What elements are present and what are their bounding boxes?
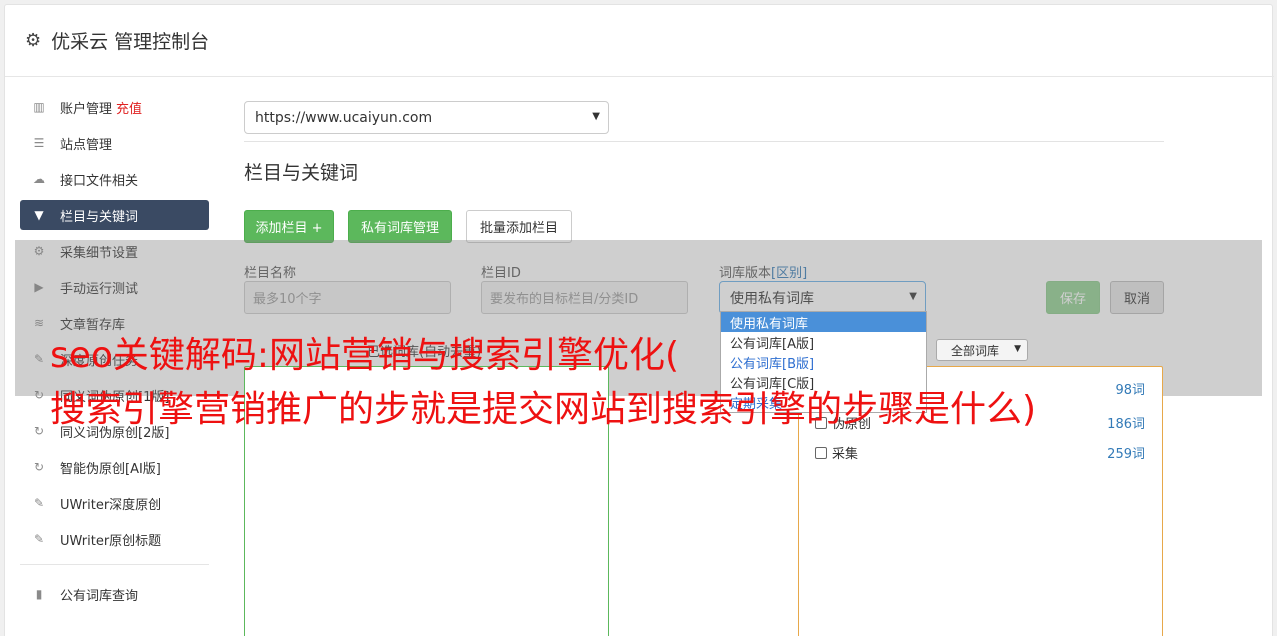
private-lib-button[interactable]: 私有词库管理 xyxy=(348,210,452,243)
sidebar-item-label: 智能伪原创[AI版] xyxy=(60,461,161,477)
gear-icon: ⚙ xyxy=(25,30,42,51)
sidebar-item-uwriter-deep[interactable]: ✎ UWriter深度原创 xyxy=(20,488,209,518)
sidebar-item-label: 账户管理 xyxy=(60,101,113,117)
sidebar-item-label: 接口文件相关 xyxy=(60,173,139,189)
dropdown-option[interactable]: 使用私有词库 xyxy=(721,312,926,332)
lib-row-count: 98词 xyxy=(1115,382,1145,398)
lib-filter-select[interactable]: 全部词库 ▼ xyxy=(936,339,1028,361)
refresh-icon: ↻ xyxy=(33,424,45,438)
dropdown-option[interactable]: 公有词库[A版] xyxy=(721,332,926,352)
divider xyxy=(244,141,1164,142)
batch-add-button[interactable]: 批量添加栏目 xyxy=(466,210,572,243)
recharge-link[interactable]: 充值 xyxy=(116,98,142,117)
sidebar-item-label: UWriter深度原创 xyxy=(60,497,162,513)
sidebar-item-label: UWriter原创标题 xyxy=(60,533,162,549)
sidebar-item-api-files[interactable]: ☁ 接口文件相关 xyxy=(20,164,209,194)
chevron-down-icon: ▼ xyxy=(592,111,600,122)
edit-icon: ✎ xyxy=(33,532,45,546)
sidebar-item-sites[interactable]: ☰ 站点管理 xyxy=(20,128,209,158)
watermark-line-2: 搜索引擎营销推广的步就是提交网站到搜索引擎的步骤是什么) xyxy=(50,389,1037,430)
lib-filter-value: 全部词库 xyxy=(951,343,1000,358)
refresh-icon: ↻ xyxy=(33,460,45,474)
edit-icon: ✎ xyxy=(33,496,45,510)
sidebar-item-ai-rewrite[interactable]: ↻ 智能伪原创[AI版] xyxy=(20,452,209,482)
checkbox[interactable] xyxy=(815,446,827,459)
add-column-button[interactable]: 添加栏目 + xyxy=(244,210,334,243)
sidebar-item-label: 公有词库查询 xyxy=(60,588,139,604)
sidebar-item-label: 栏目与关键词 xyxy=(60,209,139,225)
page-title: 优采云 管理控制台 xyxy=(51,31,210,53)
server-icon: ☰ xyxy=(33,136,45,150)
sidebar-item-label: 站点管理 xyxy=(60,137,113,153)
site-select[interactable]: https://www.ucaiyun.com ▼ xyxy=(244,101,609,134)
sidebar-item-columns-keywords[interactable]: ▼ 栏目与关键词 xyxy=(20,200,209,230)
book-icon: ▮ xyxy=(35,587,43,601)
watermark-line-1: seo关键解码:网站营销与搜索引擎优化( xyxy=(50,335,680,376)
dropdown-option[interactable]: 公有词库[B版] xyxy=(721,352,926,372)
sidebar-divider xyxy=(20,564,209,565)
site-select-value: https://www.ucaiyun.com xyxy=(255,109,433,126)
lib-row[interactable]: 采集 259词 xyxy=(815,443,1145,462)
section-title: 栏目与关键词 xyxy=(244,162,359,184)
sidebar-item-public-lib-query[interactable]: ▮ 公有词库查询 xyxy=(20,579,209,609)
chevron-down-icon: ▼ xyxy=(1014,344,1021,354)
sidebar-item-account[interactable]: ▥ 账户管理 充值 xyxy=(20,92,209,122)
filter-icon: ▼ xyxy=(34,208,44,222)
lib-row-count: 186词 xyxy=(1107,417,1145,432)
sidebar-item-uwriter-title[interactable]: ✎ UWriter原创标题 xyxy=(20,524,209,554)
page-header: ⚙ 优采云 管理控制台 xyxy=(5,5,1274,77)
lib-row-count: 259词 xyxy=(1107,447,1145,462)
lib-row-label: 采集 xyxy=(832,447,859,462)
bar-chart-icon: ▥ xyxy=(33,100,45,114)
cloud-upload-icon: ☁ xyxy=(33,172,45,186)
